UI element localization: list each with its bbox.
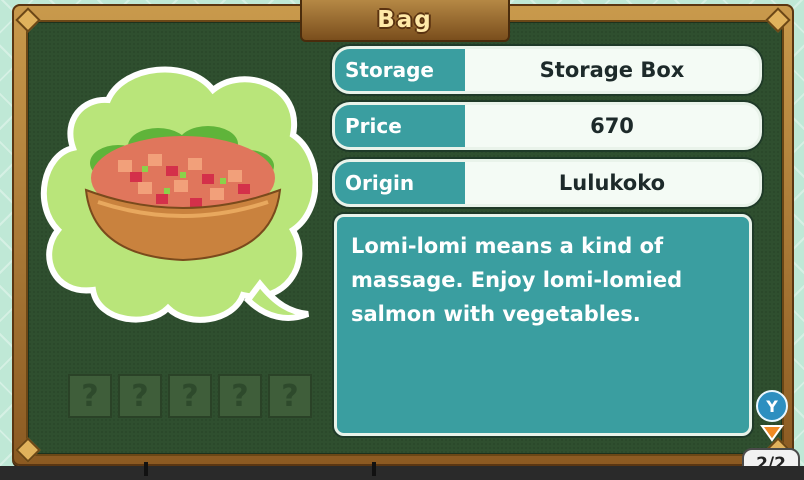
y-button[interactable]: Y [756, 390, 788, 422]
unknown-slot[interactable]: ? [168, 374, 212, 418]
origin-label: Origin [335, 162, 465, 204]
page-title: Bag [377, 7, 433, 33]
page-down-arrow-icon[interactable] [760, 424, 784, 442]
storage-row: Storage Storage Box [332, 46, 762, 94]
divider-tick [372, 462, 376, 476]
storage-value: Storage Box [539, 58, 685, 82]
price-value: 670 [590, 114, 634, 138]
lomi-lomi-salmon-bowl-icon [84, 126, 282, 262]
price-label: Price [335, 105, 465, 147]
origin-row: Origin Lulukoko [332, 159, 762, 207]
price-row: Price 670 [332, 102, 762, 150]
title-plate: Bag [300, 0, 510, 42]
unknown-slot[interactable]: ? [268, 374, 312, 418]
unknown-slot[interactable]: ? [218, 374, 262, 418]
unknown-slots: ? ? ? ? ? [68, 374, 312, 418]
storage-label: Storage [335, 49, 465, 91]
unknown-slot[interactable]: ? [68, 374, 112, 418]
bottom-strip [0, 466, 804, 480]
origin-value: Lulukoko [558, 171, 666, 195]
unknown-slot[interactable]: ? [118, 374, 162, 418]
divider-tick [144, 462, 148, 476]
item-description: Lomi-lomi means a kind of massage. Enjoy… [334, 214, 752, 436]
